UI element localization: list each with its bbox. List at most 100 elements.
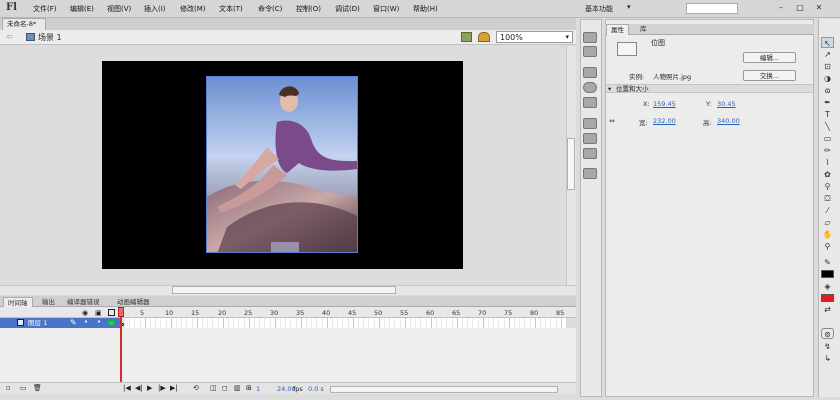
document-tab[interactable]: 未命名-8* bbox=[2, 18, 46, 30]
elapsed-time[interactable]: 0.0 s bbox=[308, 385, 324, 393]
trash-icon[interactable]: 🗑 bbox=[33, 384, 42, 392]
eyedropper-tool-icon[interactable]: ⁄ bbox=[821, 205, 834, 216]
search-input[interactable] bbox=[686, 3, 738, 14]
color-icon[interactable] bbox=[583, 46, 597, 57]
menu-file[interactable]: 文件(F) bbox=[33, 4, 57, 14]
playhead[interactable] bbox=[120, 307, 122, 382]
align-icon[interactable] bbox=[583, 67, 597, 78]
eye-icon[interactable]: ◉ bbox=[82, 309, 88, 317]
menu-debug[interactable]: 调试(D) bbox=[335, 4, 360, 14]
deco-tool-icon[interactable]: ✿ bbox=[821, 169, 834, 180]
smooth-icon[interactable]: ↯ bbox=[821, 341, 834, 352]
brush-tool-icon[interactable]: ⌇ bbox=[821, 157, 834, 168]
project-icon[interactable] bbox=[583, 168, 597, 179]
hand-tool-icon[interactable]: ✋ bbox=[821, 229, 834, 240]
subselection-tool-icon[interactable]: ↗ bbox=[821, 49, 834, 60]
layer-name[interactable]: 图层 1 bbox=[28, 318, 47, 328]
3d-rotation-tool-icon[interactable]: ◑ bbox=[821, 73, 834, 84]
minimize-button[interactable]: – bbox=[774, 2, 788, 14]
frame-cell[interactable] bbox=[557, 318, 562, 328]
height-value[interactable]: 340.00 bbox=[717, 117, 740, 125]
last-frame-icon[interactable]: ▶| bbox=[170, 384, 178, 392]
bitmap-instance[interactable] bbox=[206, 76, 358, 253]
vertical-scroll-thumb[interactable] bbox=[567, 138, 575, 190]
menu-modify[interactable]: 修改(M) bbox=[180, 4, 206, 14]
swap-button[interactable]: 交换... bbox=[743, 70, 796, 81]
timeline-body[interactable] bbox=[0, 328, 576, 382]
paint-bucket-tool-icon[interactable]: ⛋ bbox=[821, 193, 834, 204]
first-frame-icon[interactable]: |◀ bbox=[123, 384, 131, 392]
lock-dot[interactable]: • bbox=[97, 318, 101, 326]
edit-symbols-icon[interactable] bbox=[478, 32, 490, 42]
chevron-down-icon[interactable]: ▾ bbox=[627, 3, 631, 11]
tab-motion-editor[interactable]: 动画编辑器 bbox=[113, 297, 154, 307]
edit-scene-icon[interactable] bbox=[461, 32, 472, 42]
motion-presets-icon[interactable] bbox=[583, 148, 597, 159]
stroke-color-icon[interactable]: ✎ bbox=[821, 257, 834, 268]
close-button[interactable]: ✕ bbox=[812, 2, 826, 14]
edit-button[interactable]: 编辑... bbox=[743, 52, 796, 63]
playhead-handle[interactable] bbox=[118, 307, 124, 317]
free-transform-tool-icon[interactable]: ⊡ bbox=[821, 61, 834, 72]
selection-tool-icon[interactable]: ↖ bbox=[821, 37, 834, 48]
eraser-tool-icon[interactable]: ▱ bbox=[821, 217, 834, 228]
fill-color-swatch[interactable] bbox=[821, 294, 834, 302]
tab-compiler-errors[interactable]: 编译器错误 bbox=[63, 297, 104, 307]
menu-commands[interactable]: 命令(C) bbox=[258, 4, 282, 14]
outline-color-swatch[interactable] bbox=[108, 320, 115, 326]
menu-window[interactable]: 窗口(W) bbox=[373, 4, 399, 14]
loop-icon[interactable]: ⟲ bbox=[193, 384, 199, 392]
maximize-button[interactable]: □ bbox=[793, 2, 807, 14]
pencil-tool-icon[interactable]: ✏ bbox=[821, 145, 834, 156]
timeline-horizontal-scrollbar[interactable] bbox=[330, 386, 558, 393]
lock-ratio-icon[interactable]: ⇔ bbox=[609, 117, 615, 125]
play-icon[interactable]: ▶ bbox=[147, 384, 152, 392]
width-value[interactable]: 232.00 bbox=[653, 117, 676, 125]
back-arrow-icon[interactable]: ⇦ bbox=[6, 32, 13, 41]
new-folder-icon[interactable]: ▭ bbox=[20, 384, 27, 392]
bone-tool-icon[interactable]: ⚲ bbox=[821, 181, 834, 192]
swatches-icon[interactable] bbox=[583, 32, 597, 43]
menu-edit[interactable]: 编辑(E) bbox=[70, 4, 94, 14]
rectangle-tool-icon[interactable]: ▭ bbox=[821, 133, 834, 144]
visibility-dot[interactable]: • bbox=[84, 318, 88, 326]
text-tool-icon[interactable]: T bbox=[821, 109, 834, 120]
fill-color-icon[interactable]: ◈ bbox=[821, 281, 834, 292]
menu-control[interactable]: 控制(O) bbox=[296, 4, 321, 14]
pen-tool-icon[interactable]: ✒ bbox=[821, 97, 834, 108]
frames-row[interactable] bbox=[120, 318, 566, 328]
tab-library[interactable]: 库 bbox=[636, 24, 651, 35]
next-frame-icon[interactable]: |▶ bbox=[158, 384, 166, 392]
tab-output[interactable]: 输出 bbox=[38, 297, 59, 307]
stroke-color-swatch[interactable] bbox=[821, 270, 834, 278]
current-frame[interactable]: 1 bbox=[256, 385, 260, 393]
outline-icon[interactable] bbox=[108, 309, 115, 316]
transform-icon[interactable] bbox=[583, 97, 597, 108]
new-layer-icon[interactable]: ▫ bbox=[6, 384, 11, 392]
swap-colors-icon[interactable]: ⇄ bbox=[821, 304, 834, 315]
zoom-select[interactable]: 100% ▾ bbox=[496, 31, 573, 43]
workspace-switcher[interactable]: 基本功能 bbox=[585, 4, 613, 14]
x-value[interactable]: 159.45 bbox=[653, 100, 676, 108]
prev-frame-icon[interactable]: ◀| bbox=[135, 384, 143, 392]
y-value[interactable]: 30.45 bbox=[717, 100, 736, 108]
horizontal-scroll-thumb[interactable] bbox=[172, 286, 396, 294]
lock-icon[interactable]: ▣ bbox=[95, 309, 102, 317]
snap-to-objects-icon[interactable]: ⊚ bbox=[821, 328, 834, 339]
menu-text[interactable]: 文本(T) bbox=[219, 4, 243, 14]
menu-insert[interactable]: 插入(I) bbox=[144, 4, 166, 14]
lasso-tool-icon[interactable]: ɷ bbox=[821, 85, 834, 96]
position-size-section-header[interactable]: ▾ 位置和大小 bbox=[606, 84, 813, 93]
menu-help[interactable]: 帮助(H) bbox=[413, 4, 438, 14]
info-icon[interactable] bbox=[583, 82, 597, 93]
components-icon[interactable] bbox=[583, 133, 597, 144]
onion-outline-icon[interactable]: ◻ bbox=[222, 384, 228, 392]
line-tool-icon[interactable]: ╲ bbox=[821, 121, 834, 132]
menu-view[interactable]: 视图(V) bbox=[107, 4, 131, 14]
straighten-icon[interactable]: ↳ bbox=[821, 353, 834, 364]
edit-multiple-frames-icon[interactable]: ▥ bbox=[234, 384, 241, 392]
tab-properties[interactable]: 属性 bbox=[606, 24, 629, 35]
onion-skin-icon[interactable]: ◫ bbox=[210, 384, 217, 392]
history-icon[interactable] bbox=[583, 118, 597, 129]
tab-timeline[interactable]: 时间轴 bbox=[3, 297, 33, 307]
